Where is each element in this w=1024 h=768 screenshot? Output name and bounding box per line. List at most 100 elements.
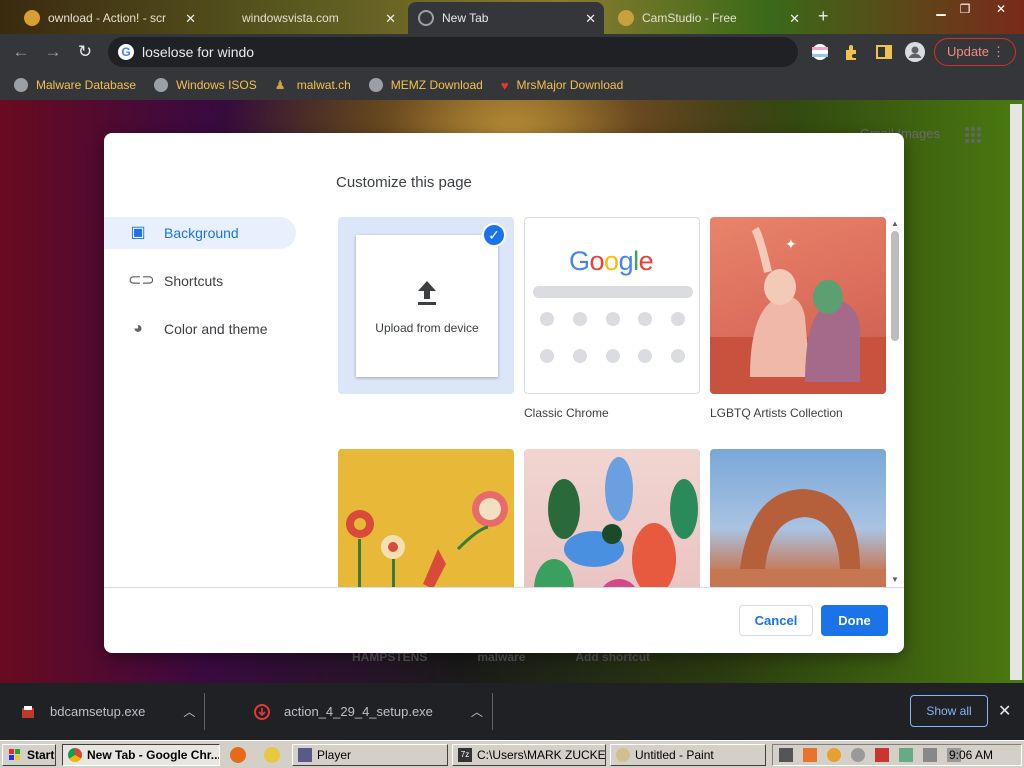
download-item[interactable]: action_4_29_4_setup.exe ︿ [254,683,493,740]
bookmark-label: MrsMajor Download [516,78,624,92]
nav-shortcuts[interactable]: ⊂⊃ Shortcuts [104,265,296,297]
player-icon [298,748,312,762]
security-icon[interactable] [875,748,889,762]
tile-lgbtq-artists[interactable]: ✦ [710,217,886,394]
bookmark-windows-isos[interactable]: Windows ISOS [154,78,257,92]
bookmarks-bar: Malware Database Windows ISOS ♟ malwat.c… [0,70,1024,100]
shortcut-dot [671,349,685,363]
installer-icon [22,705,34,718]
done-button[interactable]: Done [821,605,888,636]
taskbar-button-7zip[interactable]: 7z C:\Users\MARK ZUCKER... [452,744,606,766]
apps-grid-icon[interactable] [964,126,982,144]
nav-background[interactable]: ▣ Background [104,217,296,249]
shortcut-dot [573,349,587,363]
update-button[interactable]: Update ⋮ [934,38,1016,66]
tray-icon[interactable] [779,748,793,762]
taskbar-button-paint[interactable]: Untitled - Paint [610,744,766,766]
chevron-up-icon[interactable]: ︿ [183,703,195,720]
back-icon[interactable]: ← [10,41,32,63]
new-tab-button[interactable]: + [818,6,829,27]
profile-flag-icon[interactable] [810,42,830,62]
selected-check-icon: ✓ [482,223,506,247]
dialog-scrollbar[interactable]: ▲ ▼ [890,217,900,587]
taskbar-label: Untitled - Paint [635,748,714,762]
upload-icon [418,281,436,305]
scroll-thumb[interactable] [891,231,899,341]
tab-action-download[interactable]: ownload - Action! - scr ✕ [14,2,204,34]
tile-classic-chrome[interactable]: Google [524,217,700,394]
minimize-icon[interactable]: ▁ [930,0,952,18]
taskbar-button-player[interactable]: Player [292,744,448,766]
bookmark-malwatch[interactable]: ♟ malwat.ch [275,78,351,92]
tab-title: New Tab [442,11,489,25]
search-bar-preview [533,286,693,298]
google-icon: G [118,44,134,60]
chrome-icon [68,748,82,762]
menu-dots-icon: ⋮ [992,44,1005,59]
tray-icon[interactable] [803,748,817,762]
side-panel-icon[interactable] [874,42,894,62]
taskbar-label: Player [317,748,352,762]
update-label: Update [947,44,989,59]
chrome-favicon-icon [418,10,434,26]
close-icon[interactable]: ✕ [789,11,800,27]
shortcut-dot [540,349,554,363]
close-icon[interactable]: ✕ [385,11,396,27]
tab-camstudio[interactable]: CamStudio - Free ✕ [608,2,808,34]
cancel-button[interactable]: Cancel [739,605,813,636]
search-icon[interactable] [827,748,841,762]
tab-new-tab[interactable]: New Tab ✕ [408,2,604,34]
bookmark-label: malwat.ch [296,78,351,92]
tab-windowsvista[interactable]: windowsvista.com ✕ [208,2,404,34]
extensions-icon[interactable] [842,42,862,62]
camstudio-favicon-icon [618,10,634,26]
image-icon: ▣ [130,224,146,241]
download-item[interactable]: bdcamsetup.exe ︿ [20,683,206,740]
bookmark-label: Windows ISOS [176,78,257,92]
tile-delicate-arch[interactable] [710,449,886,587]
divider [491,693,493,730]
shortcut-dot [638,349,652,363]
close-icon[interactable]: ✕ [585,11,596,27]
flower-artwork-image [346,491,508,587]
firefox-icon[interactable] [230,747,246,763]
tile-flowers-abstract[interactable] [524,449,700,587]
chevron-up-icon[interactable]: ︿ [471,703,483,720]
paint-icon [616,748,630,762]
taskbar-label: C:\Users\MARK ZUCKER... [477,748,606,762]
profile-avatar-icon[interactable] [905,42,925,62]
show-all-button[interactable]: Show all [910,695,988,727]
action-favicon-icon [24,10,40,26]
reload-icon[interactable]: ↻ [74,41,96,63]
tile-upload-from-device[interactable]: Upload from device ✓ [338,217,514,394]
window-close-icon[interactable]: ✕ [990,0,1012,18]
network-icon[interactable] [899,748,913,762]
close-icon[interactable]: ✕ [185,11,196,27]
taskbar-label: New Tab - Google Chr... [87,748,220,762]
browser-toolbar: ← → ↻ G loselose for windo Update ⋮ [0,34,1024,70]
bookmark-malware-database[interactable]: Malware Database [14,78,136,92]
customize-dialog: Customize this page ▣ Background ⊂⊃ Shor… [104,133,904,653]
quicklaunch-icon[interactable] [264,747,280,763]
upload-card: Upload from device [356,235,498,377]
forward-icon[interactable]: → [42,41,64,63]
svg-text:✦: ✦ [785,237,797,253]
page-scrollbar[interactable] [1010,104,1022,680]
download-filename: bdcamsetup.exe [50,704,146,719]
divider [104,587,904,588]
scroll-down-icon[interactable]: ▼ [891,575,899,584]
start-button[interactable]: Start [2,744,56,766]
tile-flowers-yellow[interactable] [338,449,514,587]
nav-color-theme[interactable]: ◕ Color and theme [104,313,296,345]
taskbar-button-chrome[interactable]: New Tab - Google Chr... [62,744,220,766]
address-bar[interactable]: G loselose for windo [108,37,798,67]
bookmark-memz-download[interactable]: MEMZ Download [368,78,483,92]
globe-icon [14,78,28,92]
shortcut-dot [573,312,587,326]
close-icon[interactable]: ✕ [998,701,1011,721]
scroll-up-icon[interactable]: ▲ [891,219,899,228]
bookmark-mrsmajor-download[interactable]: ♥ MrsMajor Download [501,78,623,93]
tray-icon[interactable] [851,748,865,762]
restore-icon[interactable]: ❐ [954,0,976,18]
volume-icon[interactable] [923,748,937,762]
